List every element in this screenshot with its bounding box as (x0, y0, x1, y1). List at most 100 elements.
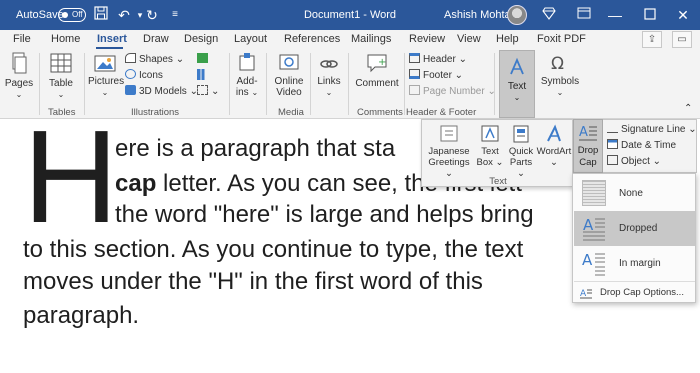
pictures-label: Pictures (88, 76, 125, 87)
tab-view[interactable]: View (457, 33, 481, 45)
separator (404, 53, 405, 115)
shapes-label: Shapes (139, 54, 173, 65)
drop-cap-letter: H (23, 103, 119, 250)
drop-cap-options-item[interactable]: A Drop Cap Options... (574, 284, 695, 302)
minimize-icon[interactable]: — (606, 6, 624, 24)
object-button[interactable]: Object ⌄ (607, 155, 661, 167)
menu-separator (574, 281, 695, 282)
page-number-button[interactable]: Page Number ⌄ (409, 85, 496, 97)
tab-references[interactable]: References (284, 33, 340, 45)
text-box-button[interactable]: Text Box ⌄ (476, 124, 504, 168)
in-margin-label: In margin (619, 258, 661, 269)
ribbon-tab-bar: File Home Insert Draw Design Layout Refe… (0, 30, 700, 49)
autosave-toggle[interactable]: Off (58, 8, 86, 22)
drop-cap-none-option[interactable]: None (574, 176, 695, 211)
text-button[interactable]: Text ⌄ (499, 50, 535, 118)
paragraph-line-4: to this section. As you continue to type… (23, 236, 524, 263)
tab-review[interactable]: Review (409, 33, 445, 45)
addins-button[interactable]: Add-ins ⌄ (233, 52, 261, 98)
shapes-button[interactable]: Shapes ⌄ (125, 53, 184, 65)
symbols-label: Symbols (540, 76, 580, 87)
collapse-ribbon-icon[interactable]: ⌃ (684, 103, 692, 114)
wordart-icon (547, 124, 561, 142)
separator (229, 53, 230, 115)
links-button[interactable]: Links ⌄ (314, 54, 344, 98)
signature-line-button[interactable]: Signature Line ⌄ (607, 123, 697, 135)
tab-file[interactable]: File (13, 33, 31, 45)
save-icon[interactable] (92, 6, 110, 24)
symbols-button[interactable]: Ω Symbols ⌄ (540, 52, 580, 98)
chart-icon[interactable] (197, 69, 211, 82)
footer-button[interactable]: Footer ⌄ (409, 69, 463, 81)
redo-icon[interactable]: ↻ (143, 6, 161, 24)
quick-parts-icon (513, 125, 529, 143)
comment-label: Comment (355, 78, 399, 89)
close-icon[interactable]: ✕ (674, 6, 692, 24)
drop-cap-button[interactable]: A Drop Cap ⌄ (573, 119, 603, 179)
object-label: Object (621, 156, 650, 167)
tab-layout[interactable]: Layout (234, 33, 267, 45)
pages-label: Pages (4, 78, 34, 89)
text-box-icon (481, 125, 499, 142)
addins-label-1: Add- (236, 76, 258, 87)
addins-icon (239, 53, 255, 71)
paragraph-line-3: the word "here" is large and helps bring (115, 201, 534, 228)
symbols-icon: Ω (551, 54, 564, 74)
page-number-label: Page Number (423, 86, 485, 97)
ribbon-display-options-icon[interactable] (575, 6, 593, 24)
comment-icon: + (367, 54, 387, 73)
text-group-flyout: Japanese Greetings ⌄ Text Box ⌄ Quick Parts… (421, 119, 573, 187)
avatar[interactable] (507, 5, 527, 25)
comment-button[interactable]: + Comment (352, 52, 402, 89)
pages-button[interactable]: Pages ⌄ (4, 52, 34, 100)
addins-label-2: ins (235, 87, 249, 98)
icons-button[interactable]: Icons (125, 69, 163, 81)
icons-label: Icons (139, 70, 163, 81)
drop-cap-options-icon: A (580, 289, 592, 299)
svg-text:A: A (579, 125, 588, 140)
drop-cap-dropped-option[interactable]: A Dropped (574, 211, 695, 246)
3d-models-button[interactable]: 3D Models ⌄ (125, 85, 198, 97)
tab-insert[interactable]: Insert (97, 33, 127, 45)
links-icon (320, 60, 338, 68)
pictures-dropdown-icon: ⌄ (101, 88, 109, 97)
smartart-icon[interactable] (197, 53, 211, 65)
title-bar: AutoSave Off ↶ ▾ ↻ ≡ Document1 - Word As… (0, 0, 700, 30)
comments-group-label: Comments (357, 107, 403, 118)
share-icon[interactable]: ⇪ (642, 31, 662, 48)
tab-foxit-pdf[interactable]: Foxit PDF (537, 33, 586, 45)
header-button[interactable]: Header ⌄ (409, 53, 467, 65)
tab-draw[interactable]: Draw (143, 33, 169, 45)
tab-design[interactable]: Design (184, 33, 218, 45)
pictures-button[interactable]: Pictures ⌄ (88, 54, 125, 98)
drop-cap-in-margin-option[interactable]: A In margin (574, 246, 695, 281)
svg-text:A: A (583, 216, 594, 234)
tab-help[interactable]: Help (496, 33, 519, 45)
user-name[interactable]: Ashish Mohta (444, 9, 511, 21)
table-button[interactable]: Table ⌄ (45, 52, 77, 100)
restore-icon[interactable] (641, 6, 659, 24)
footer-label: Footer (423, 70, 452, 81)
online-video-icon (279, 54, 299, 70)
tab-home[interactable]: Home (51, 33, 80, 45)
autosave-label: AutoSave (16, 9, 64, 21)
diamond-icon[interactable] (540, 6, 558, 24)
comments-icon[interactable]: ▭ (672, 31, 692, 48)
online-video-button[interactable]: Online Video (271, 52, 307, 98)
wordart-button[interactable]: WordArt ⌄ (536, 124, 572, 168)
japanese-greetings-button[interactable]: Japanese Greetings ⌄ (427, 124, 471, 179)
date-time-label: Date & Time (621, 140, 677, 151)
date-time-button[interactable]: Date & Time (607, 139, 676, 151)
pages-dropdown-icon: ⌄ (15, 90, 23, 99)
in-margin-thumbnail: A (582, 251, 605, 276)
header-label: Header (423, 54, 456, 65)
screenshot-icon[interactable]: ⌄ (197, 85, 219, 97)
separator (266, 53, 267, 115)
table-label: Table (49, 78, 73, 89)
autosave-state: Off (72, 10, 83, 19)
quick-parts-button[interactable]: Quick Parts ⌄ (507, 124, 535, 179)
online-video-label-1: Online (274, 76, 304, 87)
tab-mailings[interactable]: Mailings (351, 33, 391, 45)
customize-toolbar-icon[interactable]: ≡ (166, 6, 184, 24)
links-label: Links (317, 76, 341, 87)
